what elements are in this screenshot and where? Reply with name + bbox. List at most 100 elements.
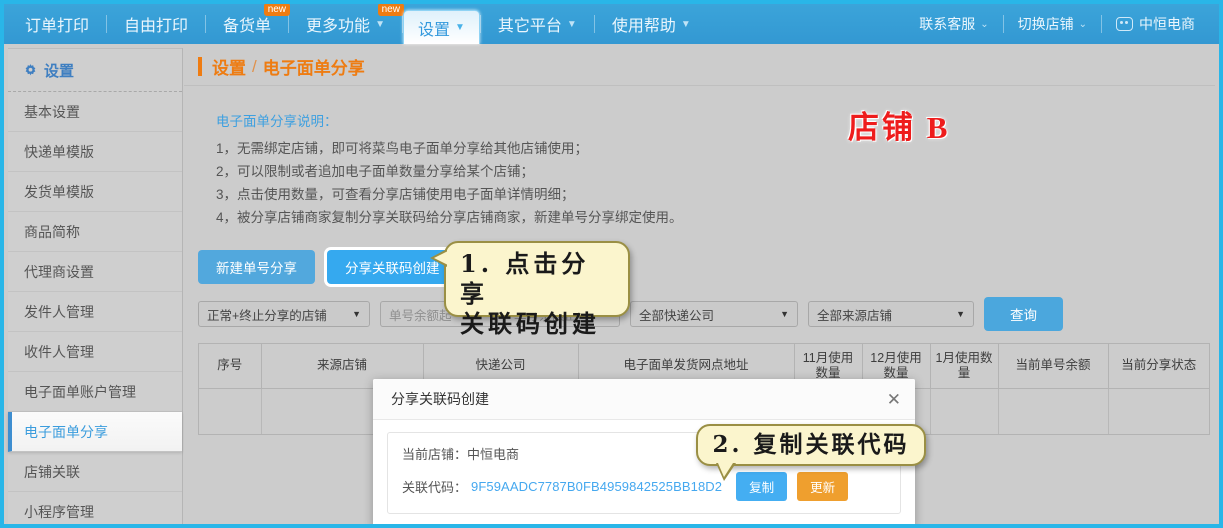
screenshot-frame: 订单打印 自由打印 备货单 new 更多功能 ▼ new 设置 ▼	[0, 0, 1223, 528]
callout-tail-fill	[434, 251, 448, 265]
sidebar-item-label: 发货单模版	[24, 182, 94, 202]
nav-tab-stock-list[interactable]: 备货单 new	[206, 4, 288, 44]
col-share-status[interactable]: 当前分享状态	[1108, 344, 1209, 388]
sidebar-item-sender-management[interactable]: 发件人管理	[8, 292, 182, 332]
nav-tab-other-platforms[interactable]: 其它平台 ▼	[481, 4, 594, 44]
nav-tab-order-print-label: 订单打印	[25, 12, 89, 36]
gear-icon	[24, 64, 37, 77]
sidebar-item-label: 小程序管理	[24, 502, 94, 522]
breadcrumb-accent-bar	[198, 57, 202, 76]
shop-status-select[interactable]: 正常+终止分享的店铺 ▼	[198, 301, 370, 327]
nav-tab-settings[interactable]: 设置 ▼	[403, 10, 480, 44]
col-current-balance[interactable]: 当前单号余额	[998, 344, 1108, 388]
sidebar-item-basic-settings[interactable]: 基本设置	[8, 92, 182, 132]
express-company-select[interactable]: 全部快递公司 ▼	[630, 301, 798, 327]
table-cell	[199, 388, 261, 434]
nav-tab-settings-label: 设置	[418, 16, 450, 40]
callout-step-1-line-1: 1. 点击分享	[460, 249, 614, 309]
sidebar-header-label: 设置	[44, 60, 74, 81]
sidebar-item-miniprogram[interactable]: 小程序管理	[8, 492, 182, 528]
modal-title: 分享关联码创建	[391, 389, 489, 409]
new-share-button[interactable]: 新建单号分享	[198, 250, 315, 284]
col-jan-usage[interactable]: 1月使用数量	[930, 344, 998, 388]
sidebar-item-label: 发件人管理	[24, 302, 94, 322]
nav-tab-stock-list-label: 备货单	[223, 12, 271, 36]
callout-step-1: 1. 点击分享 关联码创建	[444, 241, 630, 317]
express-company-select-value: 全部快递公司	[639, 305, 714, 324]
breadcrumb-current: 电子面单分享	[263, 54, 365, 79]
nav-tab-other-platforms-label: 其它平台	[498, 12, 562, 36]
callout-step-2-text: 2. 复制关联代码	[706, 430, 916, 460]
shop-status-select-value: 正常+终止分享的店铺	[207, 305, 327, 324]
sidebar-item-label: 店铺关联	[24, 462, 80, 482]
sidebar-item-label: 收件人管理	[24, 342, 94, 362]
table-cell	[1108, 388, 1209, 434]
filter-row: 正常+终止分享的店铺 ▼ 单号余额起 单号余额止 全部快递公司 ▼ 全部来源店铺…	[198, 297, 1205, 331]
close-icon[interactable]: ✕	[887, 391, 901, 408]
table-cell	[998, 388, 1108, 434]
sidebar-item-express-template[interactable]: 快递单模版	[8, 132, 182, 172]
sidebar-item-shop-link[interactable]: 店铺关联	[8, 452, 182, 492]
top-nav-primary-group: 订单打印 自由打印 备货单 new 更多功能 ▼ new 设置 ▼	[8, 4, 708, 44]
nav-tab-order-print[interactable]: 订单打印	[8, 4, 106, 44]
modal-code-label: 关联代码：	[402, 477, 467, 496]
sidebar-item-eorder-share[interactable]: 电子面单分享	[8, 412, 182, 452]
chevron-down-icon: ⌄	[980, 19, 988, 30]
nav-current-shop-label: 中恒电商	[1139, 14, 1195, 34]
nav-contact-support-label: 联系客服	[919, 14, 975, 34]
instruction-line: 3，点击使用数量，可查看分享店铺使用电子面单详情明细；	[216, 184, 1205, 205]
copy-code-button[interactable]: 复制	[736, 472, 787, 501]
instruction-line: 2，可以限制或者追加电子面单数量分享给某个店铺；	[216, 161, 1205, 182]
sidebar-item-label: 电子面单分享	[24, 422, 108, 442]
top-navigation-bar: 订单打印 自由打印 备货单 new 更多功能 ▼ new 设置 ▼	[4, 4, 1219, 44]
modal-code-row: 关联代码： 9F59AADC7787B0FB4959842525BB18D2 复…	[402, 472, 886, 501]
chevron-down-icon: ▼	[375, 19, 385, 30]
nav-switch-shop-label: 切换店铺	[1018, 14, 1074, 34]
callout-tail-fill	[718, 463, 733, 477]
nav-tab-free-print[interactable]: 自由打印	[107, 4, 205, 44]
col-index[interactable]: 序号	[199, 344, 261, 388]
chevron-down-icon: ▼	[942, 309, 965, 319]
sidebar-item-product-alias[interactable]: 商品简称	[8, 212, 182, 252]
nav-tab-more-features[interactable]: 更多功能 ▼ new	[289, 4, 402, 44]
sidebar-item-receiver-management[interactable]: 收件人管理	[8, 332, 182, 372]
sidebar-item-shipping-template[interactable]: 发货单模版	[8, 172, 182, 212]
breadcrumb-separator: /	[252, 57, 257, 77]
instructions-title: 电子面单分享说明：	[216, 110, 1205, 130]
shop-b-watermark: 店铺 B	[848, 102, 950, 147]
sidebar-item-label: 商品简称	[24, 222, 80, 242]
sidebar-item-label: 快递单模版	[24, 142, 94, 162]
breadcrumb: 设置 / 电子面单分享	[184, 48, 1215, 86]
nav-contact-support[interactable]: 联系客服 ⌄	[905, 4, 1002, 44]
modal-code-value[interactable]: 9F59AADC7787B0FB4959842525BB18D2	[471, 479, 722, 494]
modal-current-shop-label: 当前店铺：	[402, 444, 467, 463]
sidebar-item-label: 基本设置	[24, 102, 80, 122]
nav-current-shop[interactable]: 中恒电商	[1102, 4, 1209, 44]
instruction-line: 4，被分享店铺商家复制分享关联码给分享店铺商家，新建单号分享绑定使用。	[216, 207, 1205, 228]
instruction-line: 1，无需绑定店铺，即可将菜鸟电子面单分享给其他店铺使用；	[216, 138, 1205, 159]
share-instructions-panel: 电子面单分享说明： 1，无需绑定店铺，即可将菜鸟电子面单分享给其他店铺使用； 2…	[198, 100, 1205, 236]
chevron-down-icon: ▼	[681, 19, 691, 30]
chevron-down-icon: ⌄	[1079, 19, 1087, 30]
breadcrumb-parent[interactable]: 设置	[212, 54, 246, 79]
sidebar-item-agent-settings[interactable]: 代理商设置	[8, 252, 182, 292]
top-nav-secondary-group: 联系客服 ⌄ 切换店铺 ⌄ 中恒电商	[905, 4, 1219, 44]
nav-tab-help-label: 使用帮助	[612, 12, 676, 36]
callout-step-1-line-2: 关联码创建	[460, 309, 614, 339]
action-button-row: 新建单号分享 分享关联码创建	[198, 250, 1205, 284]
balance-from-placeholder: 单号余额起	[389, 305, 452, 324]
chevron-down-icon: ▼	[455, 22, 465, 33]
modal-current-shop-value: 中恒电商	[467, 444, 519, 463]
nav-tab-free-print-label: 自由打印	[124, 12, 188, 36]
refresh-code-button[interactable]: 更新	[797, 472, 848, 501]
source-shop-select[interactable]: 全部来源店铺 ▼	[808, 301, 974, 327]
modal-header: 分享关联码创建 ✕	[373, 379, 915, 420]
nav-switch-shop[interactable]: 切换店铺 ⌄	[1004, 4, 1101, 44]
query-button[interactable]: 查询	[984, 297, 1063, 331]
table-cell	[930, 388, 998, 434]
sidebar-item-eorder-account[interactable]: 电子面单账户管理	[8, 372, 182, 412]
callout-step-2: 2. 复制关联代码	[696, 424, 926, 466]
nav-tab-help[interactable]: 使用帮助 ▼	[595, 4, 708, 44]
new-badge: new	[378, 3, 404, 16]
chevron-down-icon: ▼	[567, 19, 577, 30]
